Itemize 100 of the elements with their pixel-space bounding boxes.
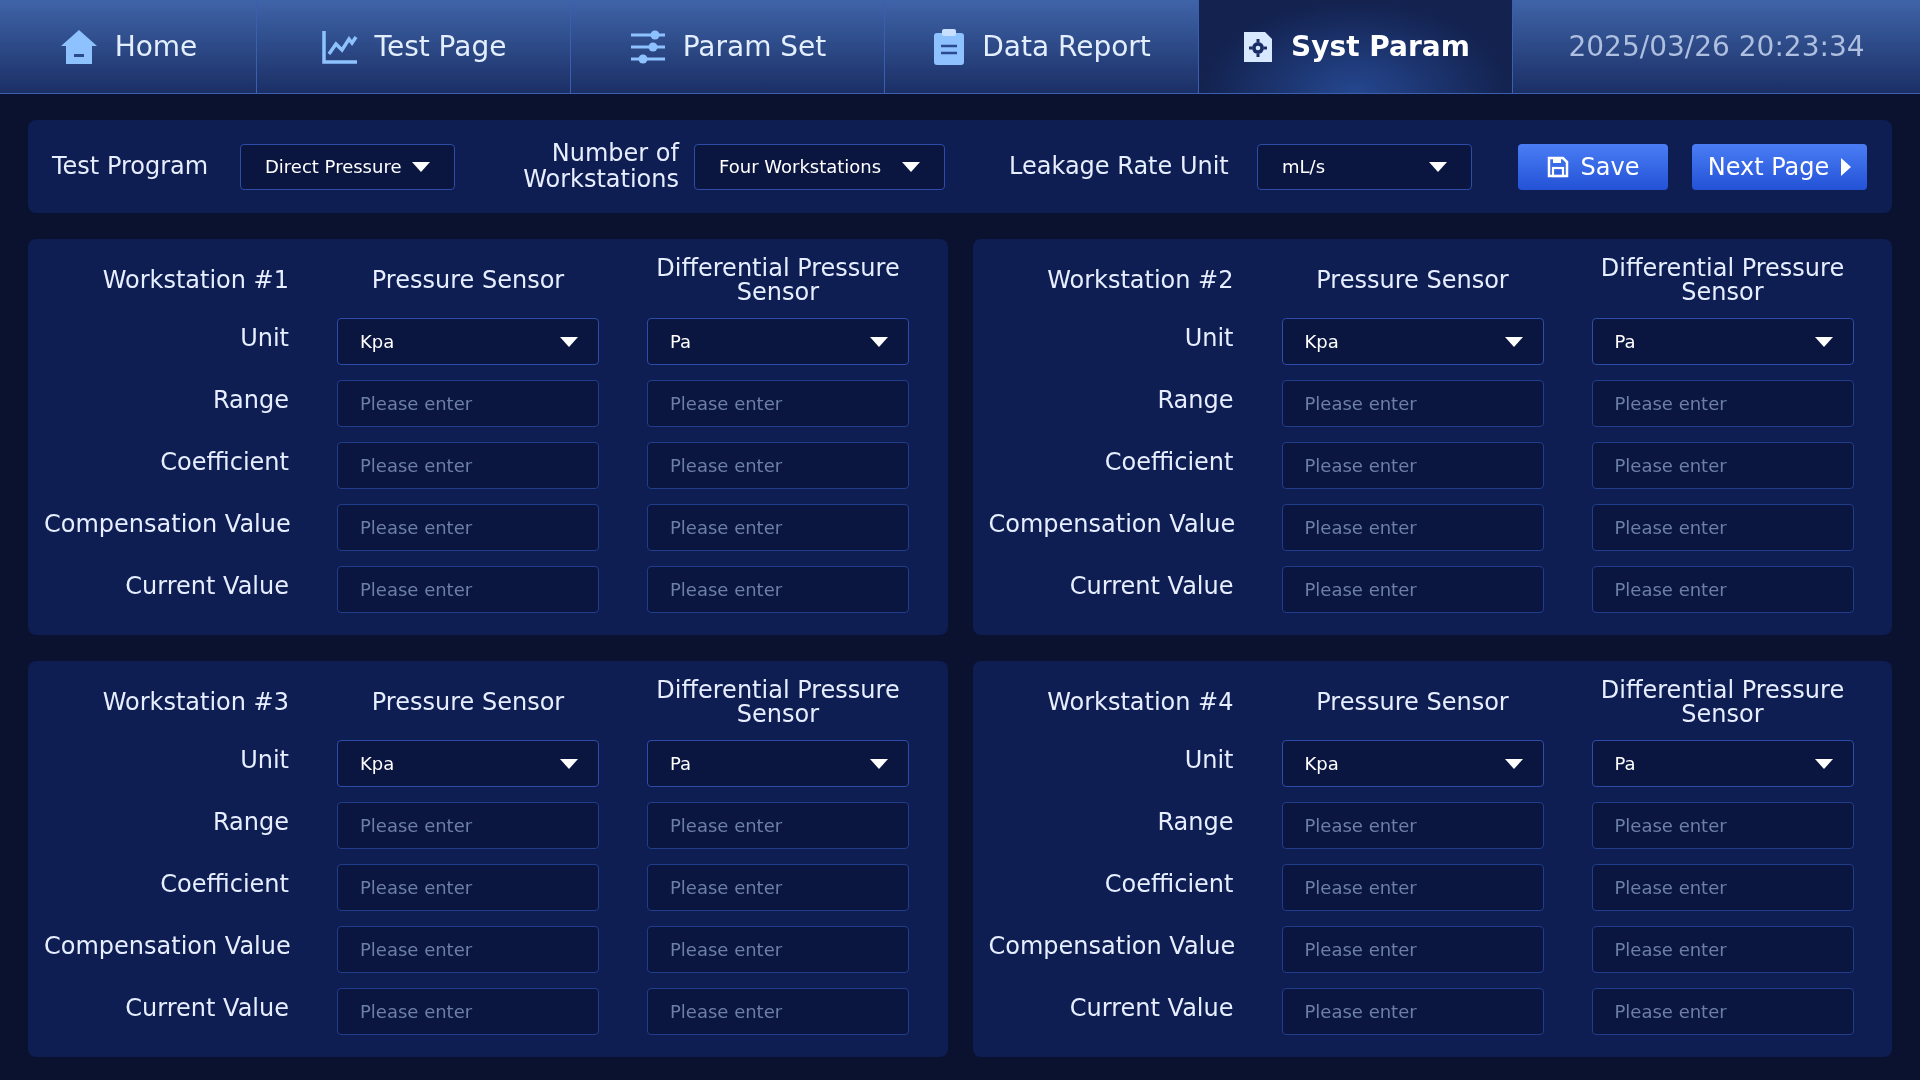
- input-field[interactable]: Please enter: [1281, 380, 1544, 427]
- input-field[interactable]: Please enter: [337, 566, 599, 613]
- row-label: Current Value: [1068, 992, 1234, 1024]
- next-page-button[interactable]: Next Page: [1692, 143, 1867, 190]
- row-label: Current Value: [1068, 570, 1234, 602]
- caret-icon: [1504, 336, 1523, 347]
- row-label: Unit: [239, 322, 289, 354]
- line-chart-icon: [320, 28, 359, 65]
- column-header: Differential Pressure Sensor: [1599, 678, 1846, 726]
- row-label: Compensation Value: [988, 930, 1234, 962]
- input-field[interactable]: Please enter: [647, 988, 909, 1035]
- input-field[interactable]: Please enter: [1281, 802, 1544, 849]
- caret-icon: [560, 758, 578, 769]
- workstation-title: Workstation #2: [1046, 265, 1234, 296]
- workstation-title: Workstation #1: [101, 265, 289, 296]
- workstation-title: Workstation #3: [101, 687, 289, 718]
- input-field[interactable]: Please enter: [1281, 864, 1544, 911]
- input-field[interactable]: Please enter: [1591, 442, 1854, 489]
- input-field[interactable]: Please enter: [337, 802, 599, 849]
- row-label: Range: [211, 806, 289, 838]
- row-label: Coefficient: [1103, 868, 1234, 900]
- caret-icon: [1814, 336, 1833, 347]
- clipboard-icon: [932, 27, 967, 66]
- input-field[interactable]: Please enter: [1591, 864, 1854, 911]
- dropdown[interactable]: Kpa: [1281, 318, 1544, 365]
- save-icon: [1546, 155, 1569, 178]
- dropdown[interactable]: Kpa: [1281, 740, 1544, 787]
- input-field[interactable]: Please enter: [647, 926, 909, 973]
- caret-icon: [560, 336, 578, 347]
- nav-tab[interactable]: Param Set: [571, 0, 885, 93]
- nav-tab[interactable]: Syst Param: [1199, 0, 1513, 93]
- dropdown[interactable]: Kpa: [337, 740, 599, 787]
- sliders-icon: [628, 29, 667, 64]
- nav-tab[interactable]: Data Report: [885, 0, 1199, 93]
- dropdown[interactable]: Pa: [647, 318, 909, 365]
- input-field[interactable]: Please enter: [1591, 566, 1854, 613]
- caret-icon: [870, 336, 888, 347]
- dropdown[interactable]: Kpa: [337, 318, 599, 365]
- input-field[interactable]: Please enter: [1591, 988, 1854, 1035]
- workstation-title: Workstation #4: [1046, 687, 1234, 718]
- input-field[interactable]: Please enter: [1591, 380, 1854, 427]
- row-label: Range: [211, 384, 289, 416]
- column-header: Differential Pressure Sensor: [655, 678, 901, 726]
- caret-right-icon: [1841, 157, 1852, 176]
- row-label: Range: [1156, 806, 1234, 838]
- input-field[interactable]: Please enter: [1591, 802, 1854, 849]
- row-label: Range: [1156, 384, 1234, 416]
- dropdown[interactable]: Direct Pressure: [240, 143, 455, 190]
- column-header: Pressure Sensor: [370, 690, 566, 714]
- input-field[interactable]: Please enter: [647, 864, 909, 911]
- caret-icon: [1504, 758, 1523, 769]
- input-field[interactable]: Please enter: [647, 442, 909, 489]
- row-label: Coefficient: [159, 868, 289, 900]
- row-label: Unit: [1183, 322, 1234, 354]
- field-label: Leakage Rate Unit: [1009, 153, 1230, 180]
- input-field[interactable]: Please enter: [1281, 988, 1544, 1035]
- save-button[interactable]: Save: [1518, 143, 1668, 190]
- input-field[interactable]: Please enter: [1281, 504, 1544, 551]
- dropdown[interactable]: Pa: [1591, 740, 1854, 787]
- row-label: Coefficient: [159, 446, 289, 478]
- input-field[interactable]: Please enter: [337, 442, 599, 489]
- dropdown[interactable]: mL/s: [1257, 143, 1472, 190]
- input-field[interactable]: Please enter: [337, 864, 599, 911]
- dropdown[interactable]: Pa: [1591, 318, 1854, 365]
- dropdown[interactable]: Pa: [647, 740, 909, 787]
- input-field[interactable]: Please enter: [1591, 504, 1854, 551]
- caret-icon: [902, 161, 920, 172]
- row-label: Current Value: [124, 570, 289, 602]
- input-field[interactable]: Please enter: [1281, 566, 1544, 613]
- input-field[interactable]: Please enter: [337, 380, 599, 427]
- row-label: Unit: [1183, 744, 1234, 776]
- row-label: Compensation Value: [44, 508, 289, 540]
- caret-icon: [1429, 161, 1447, 172]
- caret-icon: [1814, 758, 1833, 769]
- input-field[interactable]: Please enter: [647, 566, 909, 613]
- input-field[interactable]: Please enter: [1281, 926, 1544, 973]
- column-header: Pressure Sensor: [1315, 268, 1510, 292]
- nav-tab[interactable]: Home: [0, 0, 257, 93]
- row-label: Compensation Value: [44, 930, 289, 962]
- input-field[interactable]: Please enter: [337, 926, 599, 973]
- date-time: 2025/03/26 20:23:34: [1568, 28, 1865, 65]
- input-field[interactable]: Please enter: [1591, 926, 1854, 973]
- input-field[interactable]: Please enter: [647, 504, 909, 551]
- input-field[interactable]: Please enter: [1281, 442, 1544, 489]
- dropdown[interactable]: Four Workstations: [694, 143, 945, 190]
- caret-icon: [870, 758, 888, 769]
- row-label: Compensation Value: [988, 508, 1234, 540]
- input-field[interactable]: Please enter: [647, 802, 909, 849]
- input-field[interactable]: Please enter: [337, 988, 599, 1035]
- caret-icon: [412, 161, 430, 172]
- column-header: Differential Pressure Sensor: [655, 256, 901, 304]
- input-field[interactable]: Please enter: [337, 504, 599, 551]
- input-field[interactable]: Please enter: [647, 380, 909, 427]
- field-label: Test Program: [52, 153, 210, 180]
- nav-tab[interactable]: Test Page: [257, 0, 571, 93]
- row-label: Unit: [239, 744, 289, 776]
- row-label: Current Value: [124, 992, 289, 1024]
- column-header: Differential Pressure Sensor: [1599, 256, 1846, 304]
- row-label: Coefficient: [1103, 446, 1234, 478]
- column-header: Pressure Sensor: [1315, 690, 1510, 714]
